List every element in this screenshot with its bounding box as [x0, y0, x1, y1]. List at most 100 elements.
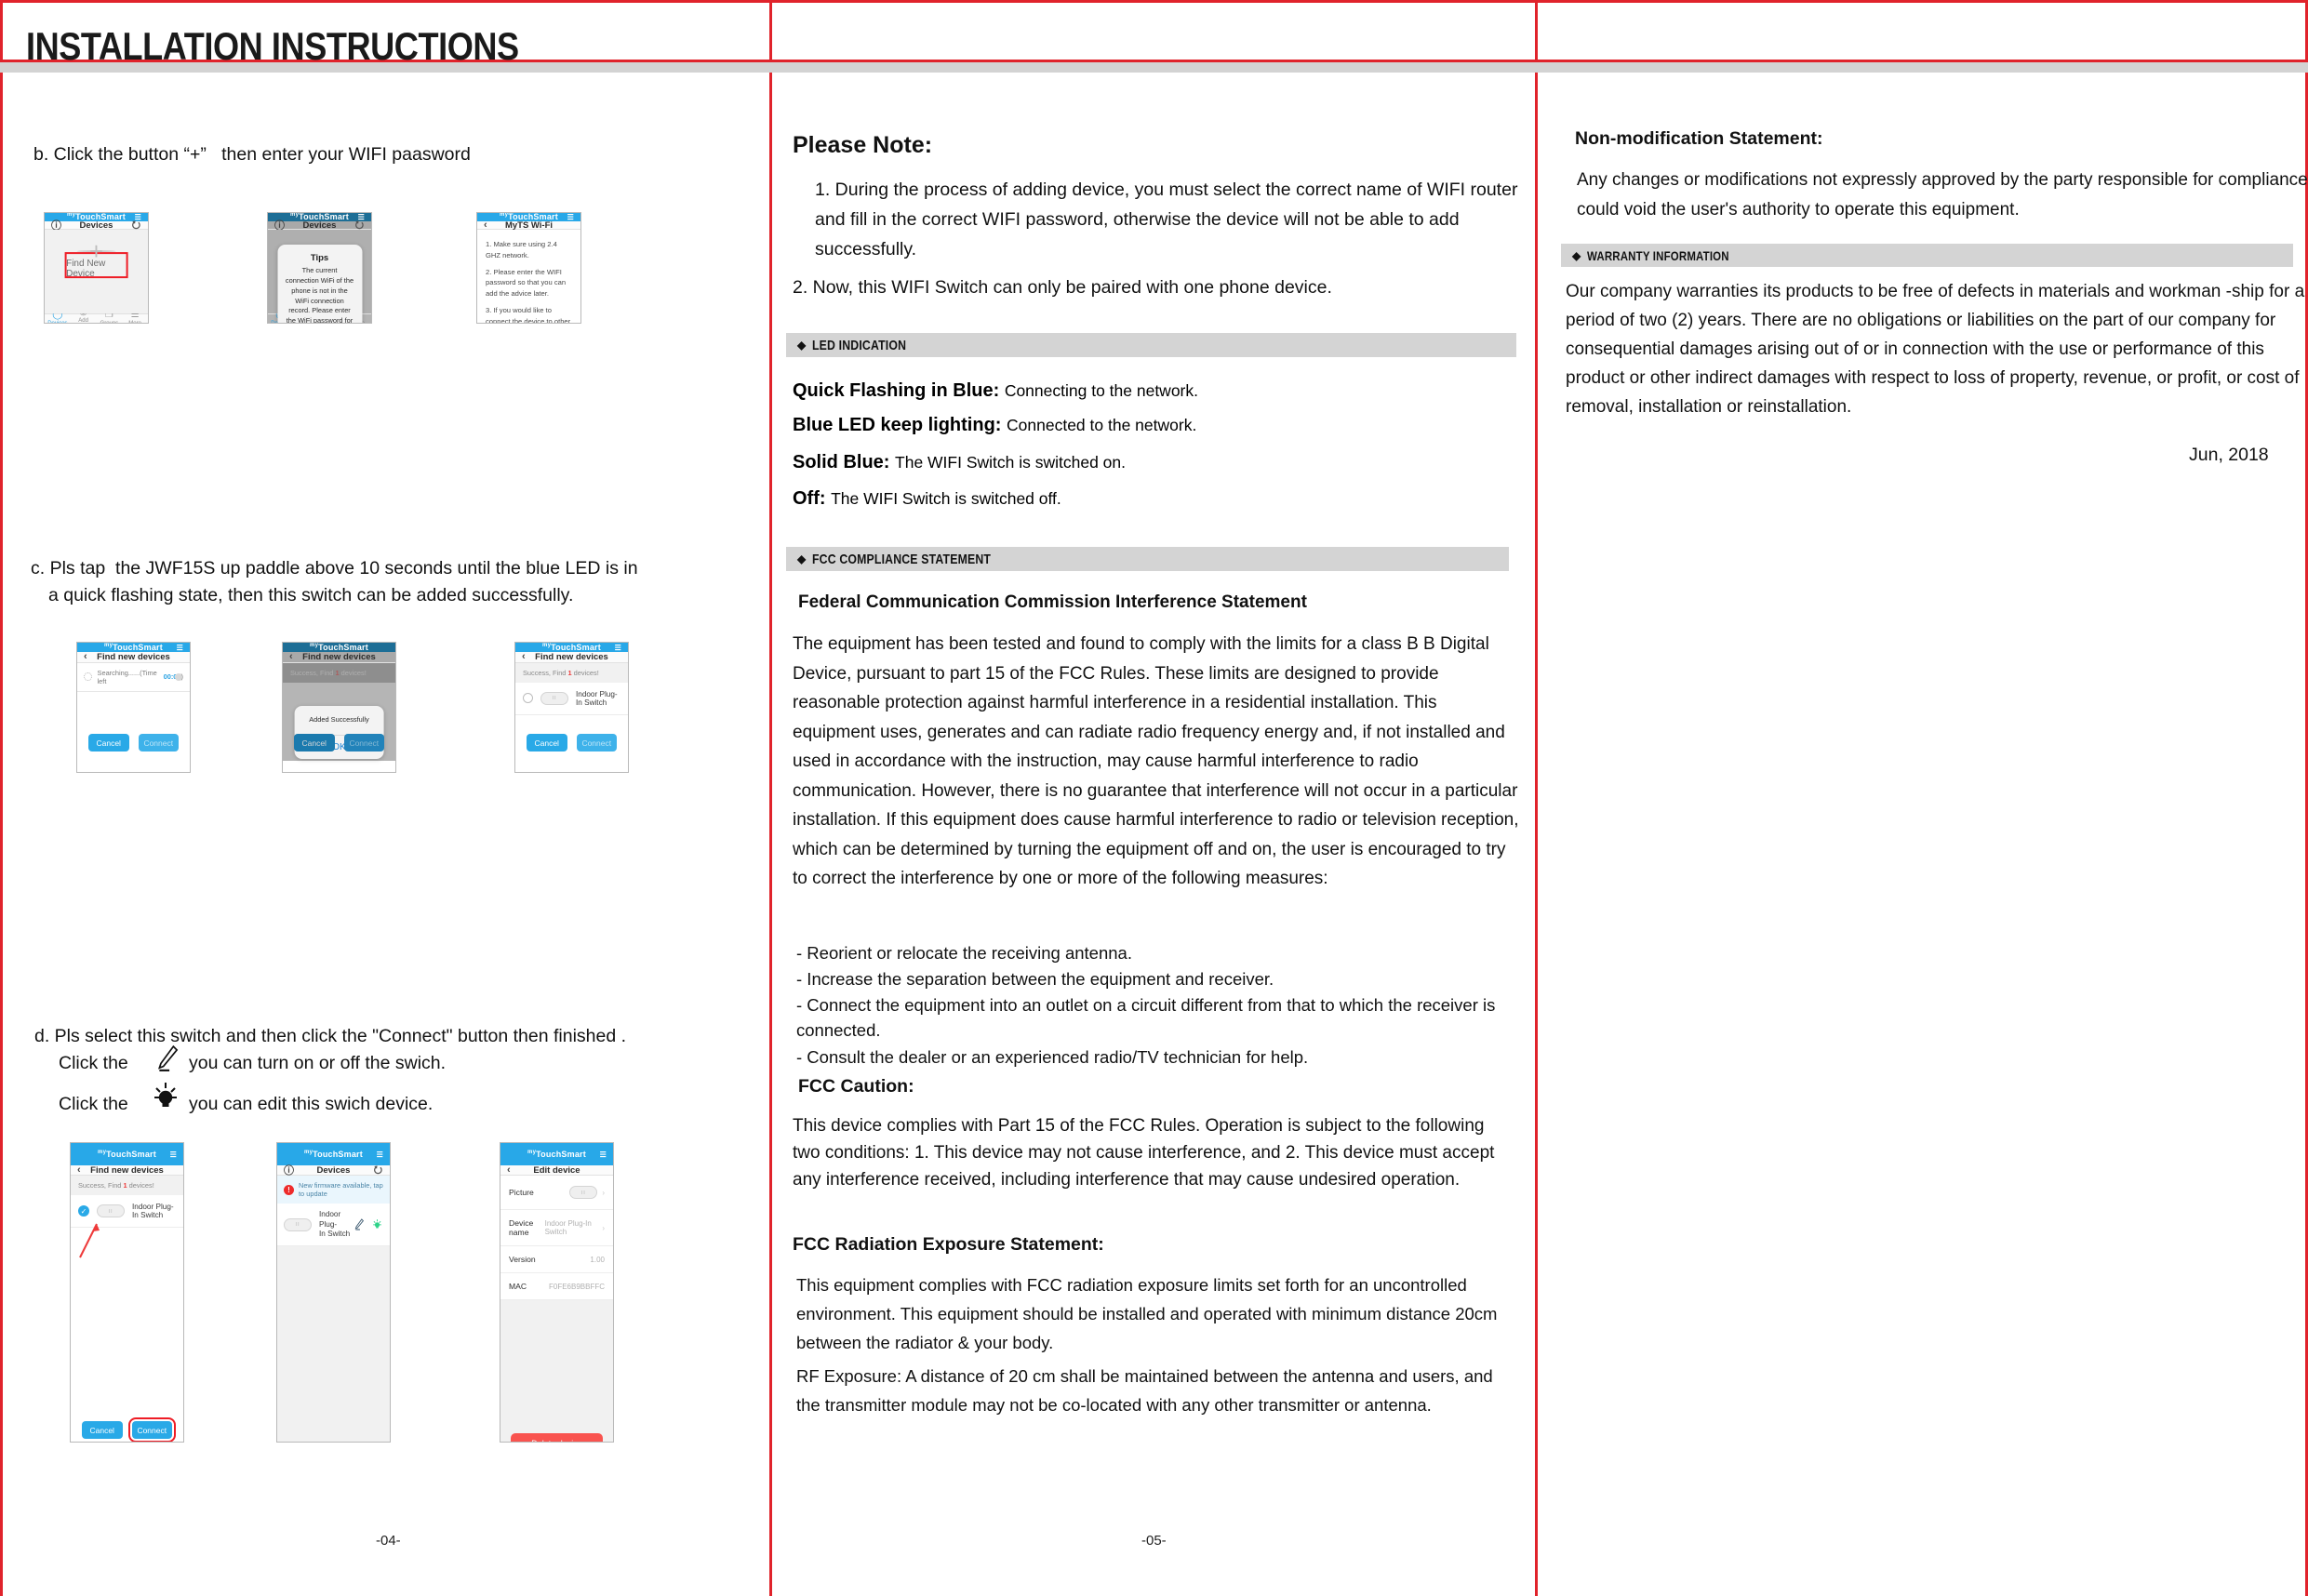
back-icon[interactable]: ‹ — [289, 651, 293, 662]
warranty-body: Our company warranties its products to b… — [1566, 282, 2305, 417]
page-number-left: -04- — [376, 1533, 401, 1549]
plug-icon: ∷ — [97, 1204, 125, 1218]
phone-statusbar: myTouchSmart — [283, 643, 395, 653]
back-icon[interactable]: ‹ — [77, 1164, 81, 1176]
light-bulb-icon — [154, 1083, 177, 1107]
note-item-2: 2. Now, this WIFI Switch can only be pai… — [793, 277, 1332, 298]
pencil-icon[interactable] — [354, 1218, 365, 1230]
action-buttons: Cancel Connect — [77, 734, 190, 752]
firmware-update-banner[interactable]: ! New firmware available, tap to update — [277, 1176, 390, 1204]
phone-content: Success, Find 1 devices! Added Successfu… — [283, 662, 395, 762]
app-name: TouchSmart — [551, 643, 601, 653]
fcc-measure-2: - Increase the separation between the eq… — [796, 969, 1274, 989]
app-name: TouchSmart — [536, 1150, 586, 1160]
phone-navbar: ‹ Edit device — [500, 1164, 613, 1177]
cancel-button[interactable]: Cancel — [293, 734, 335, 752]
step-d-line2-prefix: Click the — [59, 1053, 128, 1073]
phone-mock-select-connect: myTouchSmart ☰ ‹ Find new devices Succes… — [70, 1142, 184, 1443]
diamond-bullet-icon: ◆ — [797, 552, 807, 565]
cancel-button[interactable]: Cancel — [526, 734, 567, 752]
success-suffix: devices! — [127, 1181, 154, 1190]
phone-navbar: ‹ Find new devices — [515, 651, 628, 663]
fcc-measure-1: - Reorient or relocate the receiving ant… — [796, 943, 1132, 963]
diamond-bullet-icon: ◆ — [1572, 248, 1581, 262]
tab-add-devices[interactable]: ◉Add devices — [305, 1442, 333, 1443]
phone-content: Tips The current connection WiFi of the … — [268, 230, 371, 323]
found-status: Success, Find 1 devices! — [515, 662, 628, 683]
plug-icon: ∷ — [540, 691, 568, 705]
connect-button[interactable]: Connect — [138, 734, 180, 752]
row-label: Picture — [509, 1188, 534, 1198]
nonmod-body: Any changes or modifications not express… — [1577, 170, 2308, 219]
connect-button[interactable]: Connect — [576, 734, 618, 752]
action-buttons: Cancel Connect — [515, 734, 628, 752]
phone-navbar: ⓘ Devices ⭮ — [277, 1164, 390, 1177]
right-column: Non-modification Statement: Any changes … — [1538, 0, 2308, 1596]
radiation-body: This equipment complies with FCC radiati… — [796, 1275, 1498, 1352]
radio-checked-icon[interactable]: ✓ — [78, 1205, 89, 1217]
led-item-2: Blue LED keep lighting: Connected to the… — [793, 415, 1196, 436]
nav-title: Find new devices — [90, 1164, 164, 1176]
find-new-device-button[interactable]: + Find New Device — [64, 239, 128, 280]
led-desc: The WIFI Switch is switched off. — [831, 489, 1061, 508]
phone-statusbar: myTouchSmart ☰ — [71, 1143, 183, 1166]
phone-content: Success, Find 1 devices! ∷ Indoor Plug-I… — [515, 662, 628, 762]
app-name-prefix: my — [310, 643, 319, 649]
app-name: TouchSmart — [106, 1150, 156, 1160]
delete-device-button[interactable]: Delete device — [510, 1433, 604, 1442]
device-row[interactable]: ∷ Indoor Plug- In Switch — [277, 1204, 390, 1247]
wifi-status-icon: ☰ — [376, 1150, 383, 1159]
wifi-status-icon: ☰ — [599, 1150, 607, 1159]
warranty-section-bar: ◆ WARRANTY INFORMATION — [1561, 244, 2293, 267]
light-bulb-icon[interactable] — [371, 1218, 383, 1230]
find-new-device-label: Find New Device — [66, 259, 106, 280]
phone-mock-devices-list: myTouchSmart ☰ ⓘ Devices ⭮ ! New firmwar… — [276, 1142, 391, 1443]
rf-exposure-body: RF Exposure: A distance of 20 cm shall b… — [796, 1366, 1493, 1415]
row-label: Device name — [509, 1218, 534, 1238]
led-item-4: Off: The WIFI Switch is switched off. — [793, 488, 1061, 510]
phone-statusbar: myTouchSmart ☰ — [500, 1143, 613, 1166]
device-name: Indoor Plug- In Switch — [319, 1210, 354, 1239]
cancel-button[interactable]: Cancel — [87, 734, 129, 752]
back-icon[interactable]: ‹ — [507, 1164, 511, 1176]
dialog-message: Added Successfully — [309, 715, 369, 724]
tab-label: More — [128, 321, 141, 323]
clear-icon[interactable] — [175, 672, 182, 681]
row-label: MAC — [509, 1282, 527, 1292]
app-name-prefix: my — [290, 212, 300, 219]
page-number-middle: -05- — [1141, 1533, 1167, 1549]
nav-title: Find new devices — [302, 651, 376, 662]
document-date: Jun, 2018 — [2189, 445, 2269, 465]
back-icon[interactable]: ‹ — [522, 651, 526, 662]
found-status: Success, Find 1 devices! — [71, 1176, 183, 1196]
connect-button-highlighted[interactable]: Connect — [127, 1417, 177, 1442]
back-icon[interactable]: ‹ — [484, 219, 487, 231]
radio-unchecked-icon[interactable] — [523, 693, 533, 704]
cancel-button[interactable]: Cancel — [81, 1421, 123, 1440]
success-suffix: devices! — [571, 668, 599, 677]
tab-label: Add devices — [78, 317, 88, 324]
tips-dialog: Tips The current connection WiFi of the … — [276, 245, 363, 324]
edit-row-picture[interactable]: Picture ∷ › — [500, 1176, 613, 1211]
phone-mock-added-success: myTouchSmart ‹ Find new devices Success,… — [282, 642, 396, 773]
step-d-line3-suffix: you can edit this swich device. — [189, 1094, 434, 1114]
device-name-line1: Indoor Plug- — [319, 1210, 341, 1229]
led-term: Blue LED keep lighting: — [793, 415, 1002, 435]
phone-content: ! New firmware available, tap to update … — [277, 1176, 390, 1442]
step-d-line3-prefix: Click the — [59, 1094, 128, 1114]
led-desc: Connecting to the network. — [1004, 381, 1198, 400]
connect-button[interactable]: Connect — [343, 734, 385, 752]
device-list-item[interactable]: ∷ Indoor Plug-In Switch — [515, 682, 628, 715]
phone-content: 1. Make sure using 2.4 GHZ network. 2. P… — [477, 230, 580, 323]
fcc-section-title: FCC COMPLIANCE STATEMENT — [812, 551, 992, 567]
alert-icon: ! — [284, 1184, 294, 1195]
please-note-heading: Please Note: — [793, 132, 933, 158]
dialog-message: The current connection WiFi of the phone… — [285, 266, 354, 324]
note-item-1: 1. During the process of adding device, … — [815, 180, 1518, 259]
led-desc: Connected to the network. — [1007, 416, 1197, 434]
searching-text: Searching......(Time left — [97, 668, 157, 685]
phone-tabbar: ◯Devices ◉Add devices ❐Groups ☰More — [277, 1442, 390, 1443]
back-icon[interactable]: ‹ — [84, 651, 87, 662]
step-d-line1: d. Pls select this switch and then click… — [34, 1026, 627, 1046]
edit-row-device-name[interactable]: Device name Indoor Plug-In Switch › — [500, 1210, 613, 1247]
